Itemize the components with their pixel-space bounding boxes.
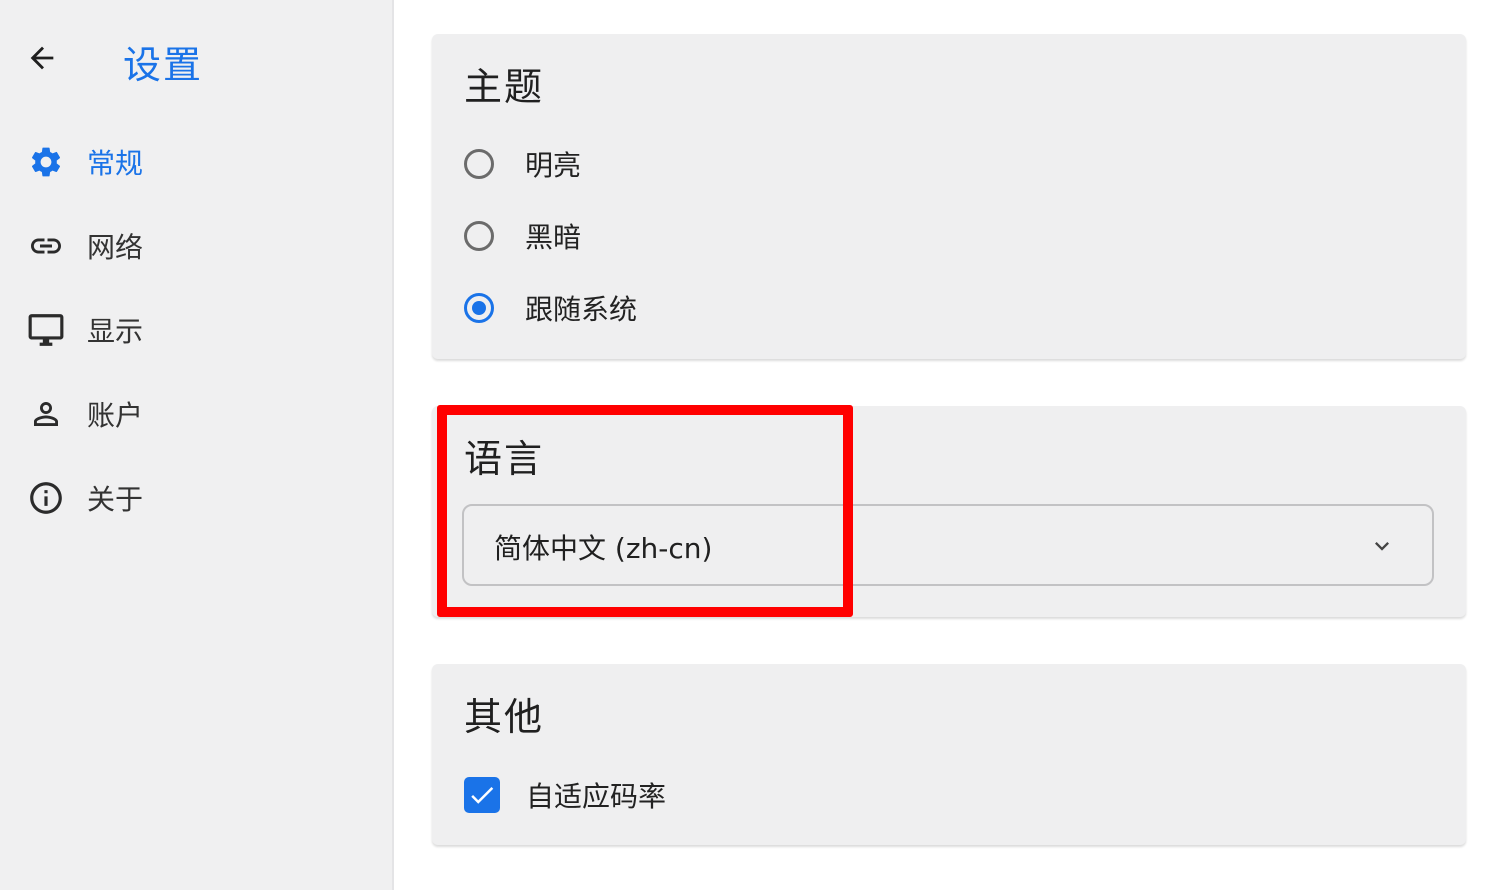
- link-icon: [26, 226, 66, 266]
- sidebar-item-label: 关于: [87, 483, 144, 516]
- language-card: 语言 简体中文 (zh-cn): [432, 406, 1466, 617]
- sidebar-item-account[interactable]: 账户: [0, 379, 392, 449]
- option-label: 明亮: [525, 149, 582, 182]
- info-icon: [26, 478, 66, 518]
- sidebar-item-label: 网络: [87, 231, 144, 264]
- option-label: 跟随系统: [525, 293, 638, 326]
- sidebar-item-label: 账户: [87, 399, 144, 432]
- back-button[interactable]: [22, 38, 62, 78]
- sidebar-item-network[interactable]: 网络: [0, 211, 392, 281]
- gear-icon: [26, 142, 66, 182]
- sidebar-item-label: 常规: [87, 147, 144, 180]
- theme-title: 主题: [464, 65, 545, 109]
- adaptive-bitrate-option[interactable]: 自适应码率: [464, 773, 666, 817]
- settings-content: 主题 明亮 黑暗 跟随系统 语言 简体中文 (zh-cn) 其他 自适应码率: [394, 0, 1512, 890]
- page-title: 设置: [123, 43, 204, 87]
- sidebar-item-about[interactable]: 关于: [0, 463, 392, 533]
- monitor-icon: [26, 310, 66, 350]
- sidebar-item-label: 显示: [87, 315, 144, 348]
- chevron-down-icon: [1375, 542, 1389, 551]
- theme-card: 主题 明亮 黑暗 跟随系统: [432, 34, 1466, 359]
- language-select-value: 简体中文 (zh-cn): [494, 532, 713, 565]
- sidebar-item-display[interactable]: 显示: [0, 295, 392, 365]
- sidebar-item-general[interactable]: 常规: [0, 127, 392, 197]
- radio-button[interactable]: [464, 221, 494, 251]
- checkmark-icon: [471, 786, 494, 804]
- language-title: 语言: [464, 437, 545, 481]
- arrow-left-icon: [30, 46, 54, 70]
- person-icon: [26, 394, 66, 434]
- language-select[interactable]: 简体中文 (zh-cn): [462, 504, 1434, 586]
- theme-option-dark[interactable]: 黑暗: [464, 214, 581, 258]
- radio-button-selected[interactable]: [464, 293, 494, 323]
- checkbox-checked[interactable]: [464, 777, 500, 813]
- sidebar: 设置 常规 网络 显示 账户 关于: [0, 0, 394, 890]
- option-label: 黑暗: [525, 221, 582, 254]
- option-label: 自适应码率: [526, 780, 667, 813]
- other-title: 其他: [464, 695, 545, 739]
- theme-option-system[interactable]: 跟随系统: [464, 286, 637, 330]
- radio-button[interactable]: [464, 149, 494, 179]
- other-card: 其他 自适应码率: [432, 664, 1466, 845]
- theme-option-light[interactable]: 明亮: [464, 142, 581, 186]
